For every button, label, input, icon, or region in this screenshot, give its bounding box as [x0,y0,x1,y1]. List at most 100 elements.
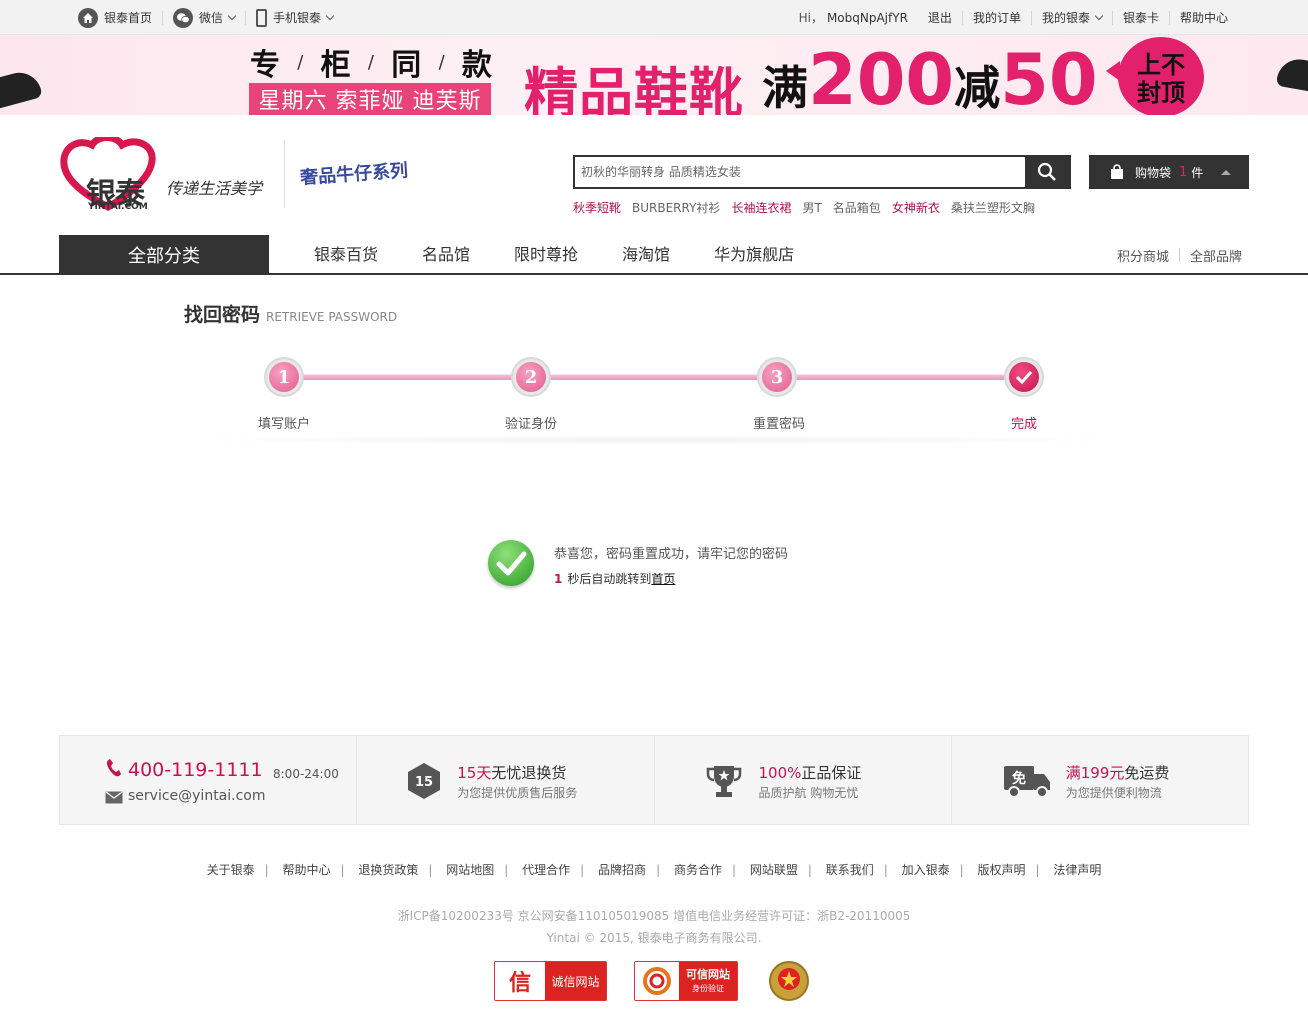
phone-icon [256,8,268,27]
help-center-link[interactable]: 帮助中心 [1170,9,1238,26]
series-promo[interactable]: 奢品牛仔系列 [299,156,409,189]
footer-link[interactable]: 网站联盟 [750,863,798,877]
service-phone: 400-119-1111 [128,759,263,781]
wechat-menu[interactable]: 微信 [163,7,245,28]
service-email[interactable]: service@yintai.com [128,788,266,804]
progress-line [282,374,1022,380]
footer-link[interactable]: 帮助中心 [282,863,330,877]
hot-search-words: 秋季短靴 BURBERRY衬衫 长袖连衣裙 男T 名品箱包 女神新衣 桑扶兰塑形… [573,199,1035,216]
mobile-menu[interactable]: 手机银泰 [246,8,343,27]
trophy-icon [705,762,743,800]
credit-icon: 信 [495,962,545,1000]
nav-item-overseas[interactable]: 海淘馆 [600,235,692,275]
main-nav: 全部分类 银泰百货 名品馆 限时尊抢 海淘馆 华为旗舰店 积分商城 全部品牌 [0,235,1308,275]
all-brands-link[interactable]: 全部品牌 [1190,246,1242,265]
step-label: 重置密码 [752,417,805,432]
service-strip: 400-119-1111 8:00-24:00 service@yintai.c… [59,735,1249,825]
points-mall-link[interactable]: 积分商城 [1117,246,1169,265]
redirect-notice: 1 秒后自动跳转到首页 [554,572,676,586]
greeting: Hi， [798,11,823,25]
shopping-bag-icon [1111,164,1123,179]
footer-link[interactable]: 加入银泰 [902,863,950,877]
footer-link[interactable]: 代理合作 [522,863,570,877]
yintai-card-link[interactable]: 银泰卡 [1113,9,1169,26]
service-hours: 8:00-24:00 [273,767,339,781]
home-icon [78,7,98,28]
logo-domain: YINTAI.COM [88,202,148,212]
mail-icon [105,791,123,804]
service-returns: 15 15天无忧退换货 为您提供优质售后服务 [357,736,655,824]
nav-item-flash-sale[interactable]: 限时尊抢 [492,235,600,275]
banner-brands: 星期六 索菲娅 迪芙斯 [249,83,491,115]
shopping-bag-button[interactable]: 购物袋 1 件 [1089,155,1249,189]
chevron-up-icon [1221,170,1231,175]
footer-link[interactable]: 网站地图 [446,863,494,877]
footer-link[interactable]: 版权声明 [978,863,1026,877]
wechat-icon [173,7,194,28]
trust-badge-verified[interactable]: 可信网站 身份验证 [634,961,738,1001]
step-3: 3 [757,357,797,397]
footer-link[interactable]: 品牌招商 [598,863,646,877]
hotword-link[interactable]: 女神新衣 [892,199,940,216]
hotword-link[interactable]: BURBERRY衬衫 [632,199,720,216]
step-label-active: 完成 [1010,417,1037,432]
trust-badge-credit[interactable]: 信 诚信网站 [494,961,607,1001]
checkmark-icon [1015,370,1033,384]
promo-banner[interactable]: 专 / 柜 / 同 / 款 星期六 索菲娅 迪芙斯 精品鞋靴 满200减50 上不封顶 [0,35,1308,115]
search-input[interactable] [575,157,1027,187]
countdown: 1 [554,572,563,586]
chevron-down-icon [227,11,237,20]
chevron-down-icon [325,11,335,20]
page-title: 找回密码 RETRIEVE PASSWORD [184,304,398,326]
verified-icon [635,962,679,1000]
hotword-link[interactable]: 名品箱包 [833,199,881,216]
success-message: 恭喜您，密码重置成功，请牢记您的密码 1 秒后自动跳转到首页 [488,540,908,590]
hotword-link[interactable]: 秋季短靴 [573,199,621,216]
username-link[interactable]: MobqNpAjfYR [823,11,918,25]
banner-promo: 满200减50 [762,39,1098,115]
chevron-down-icon [1094,11,1104,20]
success-check-icon [488,540,534,586]
logo-slogan: 传递生活美学 [166,179,263,198]
svg-text:15: 15 [415,775,433,790]
search-button[interactable] [1025,157,1069,187]
footer-link[interactable]: 商务合作 [674,863,722,877]
logout-link[interactable]: 退出 [918,9,962,26]
banner-headline: 精品鞋靴 [524,62,744,115]
icp-license: 浙ICP备10200233号 京公网安备110105019085 增值电信业务经… [397,909,911,923]
footer-links: 关于银泰 | 帮助中心 | 退换货政策 | 网站地图 | 代理合作 | 品牌招商 | 商务合… [206,863,1102,877]
shoe-image [0,67,43,113]
homepage-link[interactable]: 首页 [651,572,675,586]
step-2: 2 [511,357,551,397]
cart-count: 1 [1179,164,1188,180]
footer-link[interactable]: 联系我们 [826,863,874,877]
hotword-link[interactable]: 男T [802,199,821,216]
search-icon [1037,162,1056,181]
svg-text:免: 免 [1012,770,1026,787]
nav-item-huawei[interactable]: 华为旗舰店 [692,235,816,275]
step-4 [1004,357,1044,397]
police-badge-icon[interactable] [766,959,812,1003]
service-contact: 400-119-1111 8:00-24:00 service@yintai.c… [60,736,358,824]
my-orders-link[interactable]: 我的订单 [963,9,1031,26]
progress-steps: 1 2 3 填写账户 验证身份 重置密码 完成 [176,345,1136,445]
footer-link[interactable]: 法律声明 [1053,863,1101,877]
copyright: Yintai © 2015, 银泰电子商务有限公司. [546,931,762,945]
step-label: 填写账户 [257,417,310,432]
hotword-link[interactable]: 长袖连衣裙 [731,199,791,216]
search-box [573,155,1071,189]
footer-link[interactable]: 关于银泰 [207,863,255,877]
my-yintai-menu[interactable]: 我的银泰 [1032,9,1112,26]
service-genuine: 100%正品保证 品质护航 购物无忧 [655,736,952,824]
all-categories-button[interactable]: 全部分类 [59,235,269,275]
footer-link[interactable]: 退换货政策 [358,863,418,877]
step-label: 验证身份 [504,417,557,432]
page-title-en: RETRIEVE PASSWORD [266,310,398,324]
hotword-link[interactable]: 桑扶兰塑形文胸 [951,199,1035,216]
nav-item-luxury[interactable]: 名品馆 [400,235,492,275]
home-link[interactable]: 银泰首页 [68,7,162,28]
banner-badge: 上不封顶 [1106,37,1204,115]
nav-item-department-store[interactable]: 银泰百货 [292,235,400,275]
shoe-image [1275,55,1308,95]
site-logo[interactable]: 银泰 YINTAI.COM 传递生活美学 [58,135,278,215]
